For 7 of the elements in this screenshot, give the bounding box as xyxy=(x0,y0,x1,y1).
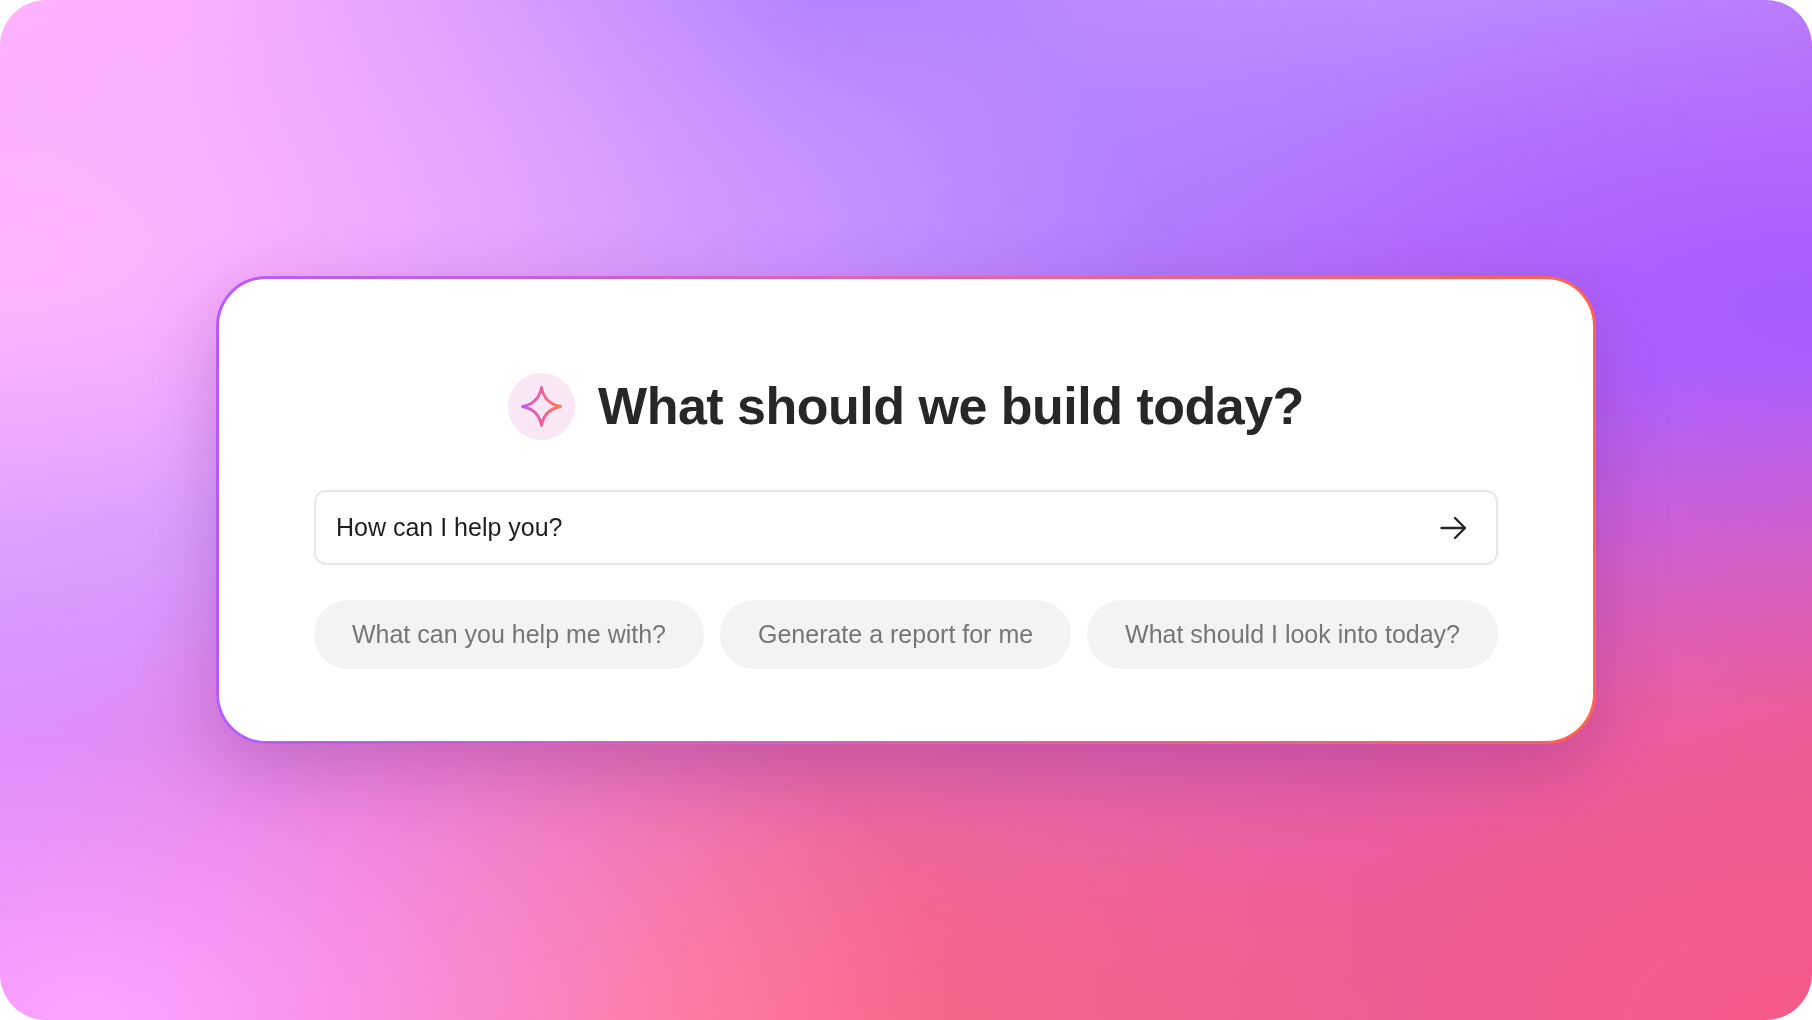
suggestion-chip[interactable]: What can you help me with? xyxy=(314,600,704,669)
sparkle-icon xyxy=(508,373,576,440)
suggestion-chip[interactable]: What should I look into today? xyxy=(1087,600,1498,669)
prompt-field[interactable]: How can I help you? xyxy=(314,490,1498,565)
suggestion-chip[interactable]: Generate a report for me xyxy=(720,600,1072,669)
heading-title: What should we build today? xyxy=(598,376,1304,438)
arrow-right-icon xyxy=(1439,515,1467,540)
